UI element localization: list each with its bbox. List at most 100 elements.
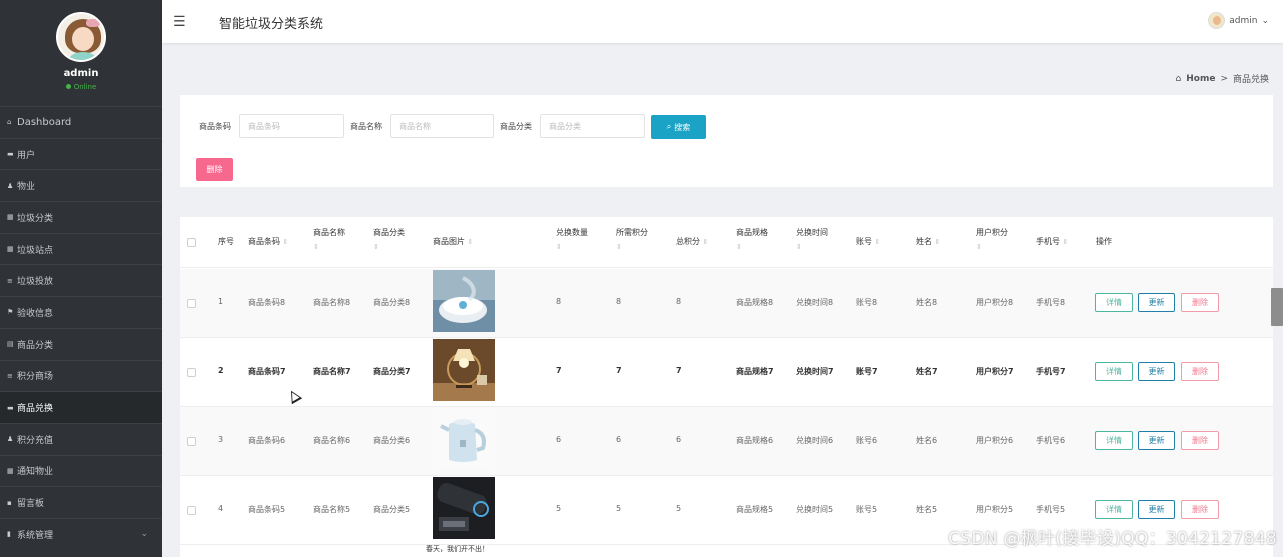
sidebar-item-dashboard[interactable]: ⌂ Dashboard (0, 106, 162, 138)
row-checkbox[interactable] (187, 368, 196, 377)
chart-icon: ▮ (7, 530, 11, 539)
product-image-robot-vacuum[interactable] (433, 270, 495, 332)
delete-button[interactable]: 删除 (1181, 500, 1219, 519)
delete-button[interactable]: 删除 (1181, 362, 1219, 381)
sidebar-item-points-recharge[interactable]: ♟ 积分充值 (0, 422, 162, 455)
header-barcode[interactable]: 商品条码 ⇕ (248, 235, 288, 249)
product-image-table-lamp[interactable] (433, 339, 495, 401)
detail-button[interactable]: 详情 (1095, 431, 1133, 450)
home-icon: ⌂ (7, 118, 12, 127)
sidebar-item-label: 垃圾站点 (17, 245, 54, 256)
sort-icon: ⇕ (1062, 238, 1069, 246)
cell-required-points: 5 (616, 504, 622, 513)
barcode-input[interactable] (239, 114, 344, 138)
cell-phone: 手机号7 (1036, 367, 1066, 376)
header-exchange-time[interactable]: 兑换时间 ⇕ (796, 226, 828, 254)
search-button[interactable]: ⌕ 搜索 (651, 115, 706, 139)
update-button[interactable]: 更新 (1138, 362, 1175, 381)
sidebar-item-message-board[interactable]: ▪ 留言板 (0, 486, 162, 518)
header-spec[interactable]: 商品规格 ⇕ (736, 226, 768, 254)
cell-user-points: 用户积分8 (976, 298, 1014, 307)
cell-realname: 姓名6 (916, 436, 938, 445)
sidebar-item-label: 垃圾分类 (17, 213, 54, 224)
header-index: 序号 (218, 237, 234, 246)
breadcrumb-home[interactable]: Home (1186, 74, 1215, 84)
detail-button[interactable]: 详情 (1095, 362, 1133, 381)
product-name-input[interactable] (390, 114, 494, 138)
select-all-checkbox[interactable] (187, 238, 196, 247)
avatar[interactable] (56, 12, 106, 62)
header-user-points[interactable]: 用户积分 ⇕ (976, 226, 1008, 254)
product-category-input[interactable] (540, 114, 645, 138)
sidebar-item-garbage-drop[interactable]: ≡ 垃圾投放 (0, 264, 162, 296)
sidebar-item-label: 通知物业 (17, 467, 54, 478)
product-image-bluetooth-speaker[interactable] (433, 477, 495, 539)
sidebar-item-garbage-station[interactable]: ▦ 垃圾站点 (0, 232, 162, 265)
cell-required-points: 8 (616, 297, 622, 306)
cell-user-points: 用户积分5 (976, 505, 1014, 514)
cell-total-points: 6 (676, 435, 682, 444)
header-product-name[interactable]: 商品名称 ⇕ (313, 226, 345, 254)
update-button[interactable]: 更新 (1138, 500, 1175, 519)
header-product-image[interactable]: 商品图片 ⇕ (433, 235, 473, 249)
sidebar-item-points-mall[interactable]: ≡ 积分商场 (0, 359, 162, 392)
list-icon: ≡ (7, 276, 13, 285)
barcode-label: 商品条码 (199, 122, 231, 131)
search-panel: 商品条码 商品名称 商品分类 ⌕搜索 删除 (180, 95, 1273, 187)
row-checkbox[interactable] (187, 506, 196, 515)
header-product-category[interactable]: 商品分类 ⇕ (373, 226, 405, 254)
header-phone[interactable]: 手机号 ⇕ (1036, 235, 1068, 249)
product-name-label: 商品名称 (350, 122, 382, 131)
sidebar-user-name: admin (63, 68, 99, 79)
cell-exchange-qty: 5 (556, 504, 562, 513)
cell-spec: 商品规格6 (736, 436, 774, 445)
update-button[interactable]: 更新 (1138, 431, 1175, 450)
sort-icon: ⇕ (313, 243, 319, 251)
sidebar: admin Online ⌂ Dashboard ▬ 用户 ♟ 物业 ▦ 垃圾分类 ▦ 垃… (0, 0, 162, 557)
detail-button[interactable]: 详情 (1095, 293, 1133, 312)
sidebar-item-product-exchange[interactable]: ▬ 商品兑换 (0, 391, 162, 423)
cell-product-category: 商品分类5 (373, 505, 411, 514)
sidebar-item-property[interactable]: ♟ 物业 (0, 169, 162, 201)
sidebar-item-system[interactable]: ▮ 系统管理 ⌄ (0, 517, 162, 550)
sidebar-item-inspection[interactable]: ⚑ 验收信息 (0, 296, 162, 328)
cell-phone: 手机号8 (1036, 298, 1066, 307)
sidebar-item-users[interactable]: ▬ 用户 (0, 137, 162, 170)
cell-exchange-time: 兑换时间5 (796, 505, 834, 514)
delete-button[interactable]: 删除 (1181, 293, 1219, 312)
sort-icon: ⇕ (467, 238, 474, 246)
sidebar-item-notify-property[interactable]: ▦ 通知物业 (0, 454, 162, 487)
header-realname[interactable]: 姓名 ⇕ (916, 235, 940, 249)
menu-icon[interactable]: ☰ (173, 14, 186, 30)
delete-button[interactable]: 删除 (1181, 431, 1219, 450)
home-icon: ⌂ (1175, 73, 1182, 84)
detail-button[interactable]: 详情 (1095, 500, 1133, 519)
scrollbar[interactable] (1271, 288, 1283, 326)
header-exchange-qty[interactable]: 兑换数量 ⇕ (556, 226, 588, 254)
row-checkbox[interactable] (187, 299, 196, 308)
sidebar-item-label: Dashboard (17, 116, 72, 128)
sidebar-item-label: 商品分类 (17, 340, 54, 351)
cell-product-category: 商品分类7 (373, 367, 411, 376)
sidebar-item-label: 用户 (17, 150, 36, 161)
sidebar-item-garbage-category[interactable]: ▦ 垃圾分类 (0, 201, 162, 233)
product-image-electric-kettle[interactable] (433, 408, 495, 470)
header-account[interactable]: 账号 ⇕ (856, 235, 880, 249)
batch-delete-button[interactable]: 删除 (196, 158, 233, 181)
sort-icon: ⇕ (796, 243, 802, 251)
cell-required-points: 7 (616, 366, 622, 375)
sidebar-item-product-category[interactable]: ▤ 商品分类 (0, 327, 162, 360)
sort-icon: ⇕ (282, 238, 289, 246)
cell-account: 账号6 (856, 436, 878, 445)
cell-user-points: 用户积分6 (976, 436, 1014, 445)
cell-exchange-time: 兑换时间7 (796, 367, 834, 376)
header-required-points[interactable]: 所需积分 ⇕ (616, 226, 648, 254)
sort-icon: ⇕ (616, 243, 622, 251)
update-button[interactable]: 更新 (1138, 293, 1175, 312)
table-row: 1 商品条码8 商品名称8 商品分类8 8 8 8 商品规格8 兑换时间8 账号… (180, 269, 1273, 338)
user-menu[interactable]: admin ⌄ (1208, 12, 1269, 29)
row-checkbox[interactable] (187, 437, 196, 446)
cell-user-points: 用户积分7 (976, 367, 1014, 376)
top-header: ☰ 智能垃圾分类系统 admin ⌄ (162, 0, 1283, 43)
header-total-points[interactable]: 总积分 ⇕ (676, 235, 708, 249)
